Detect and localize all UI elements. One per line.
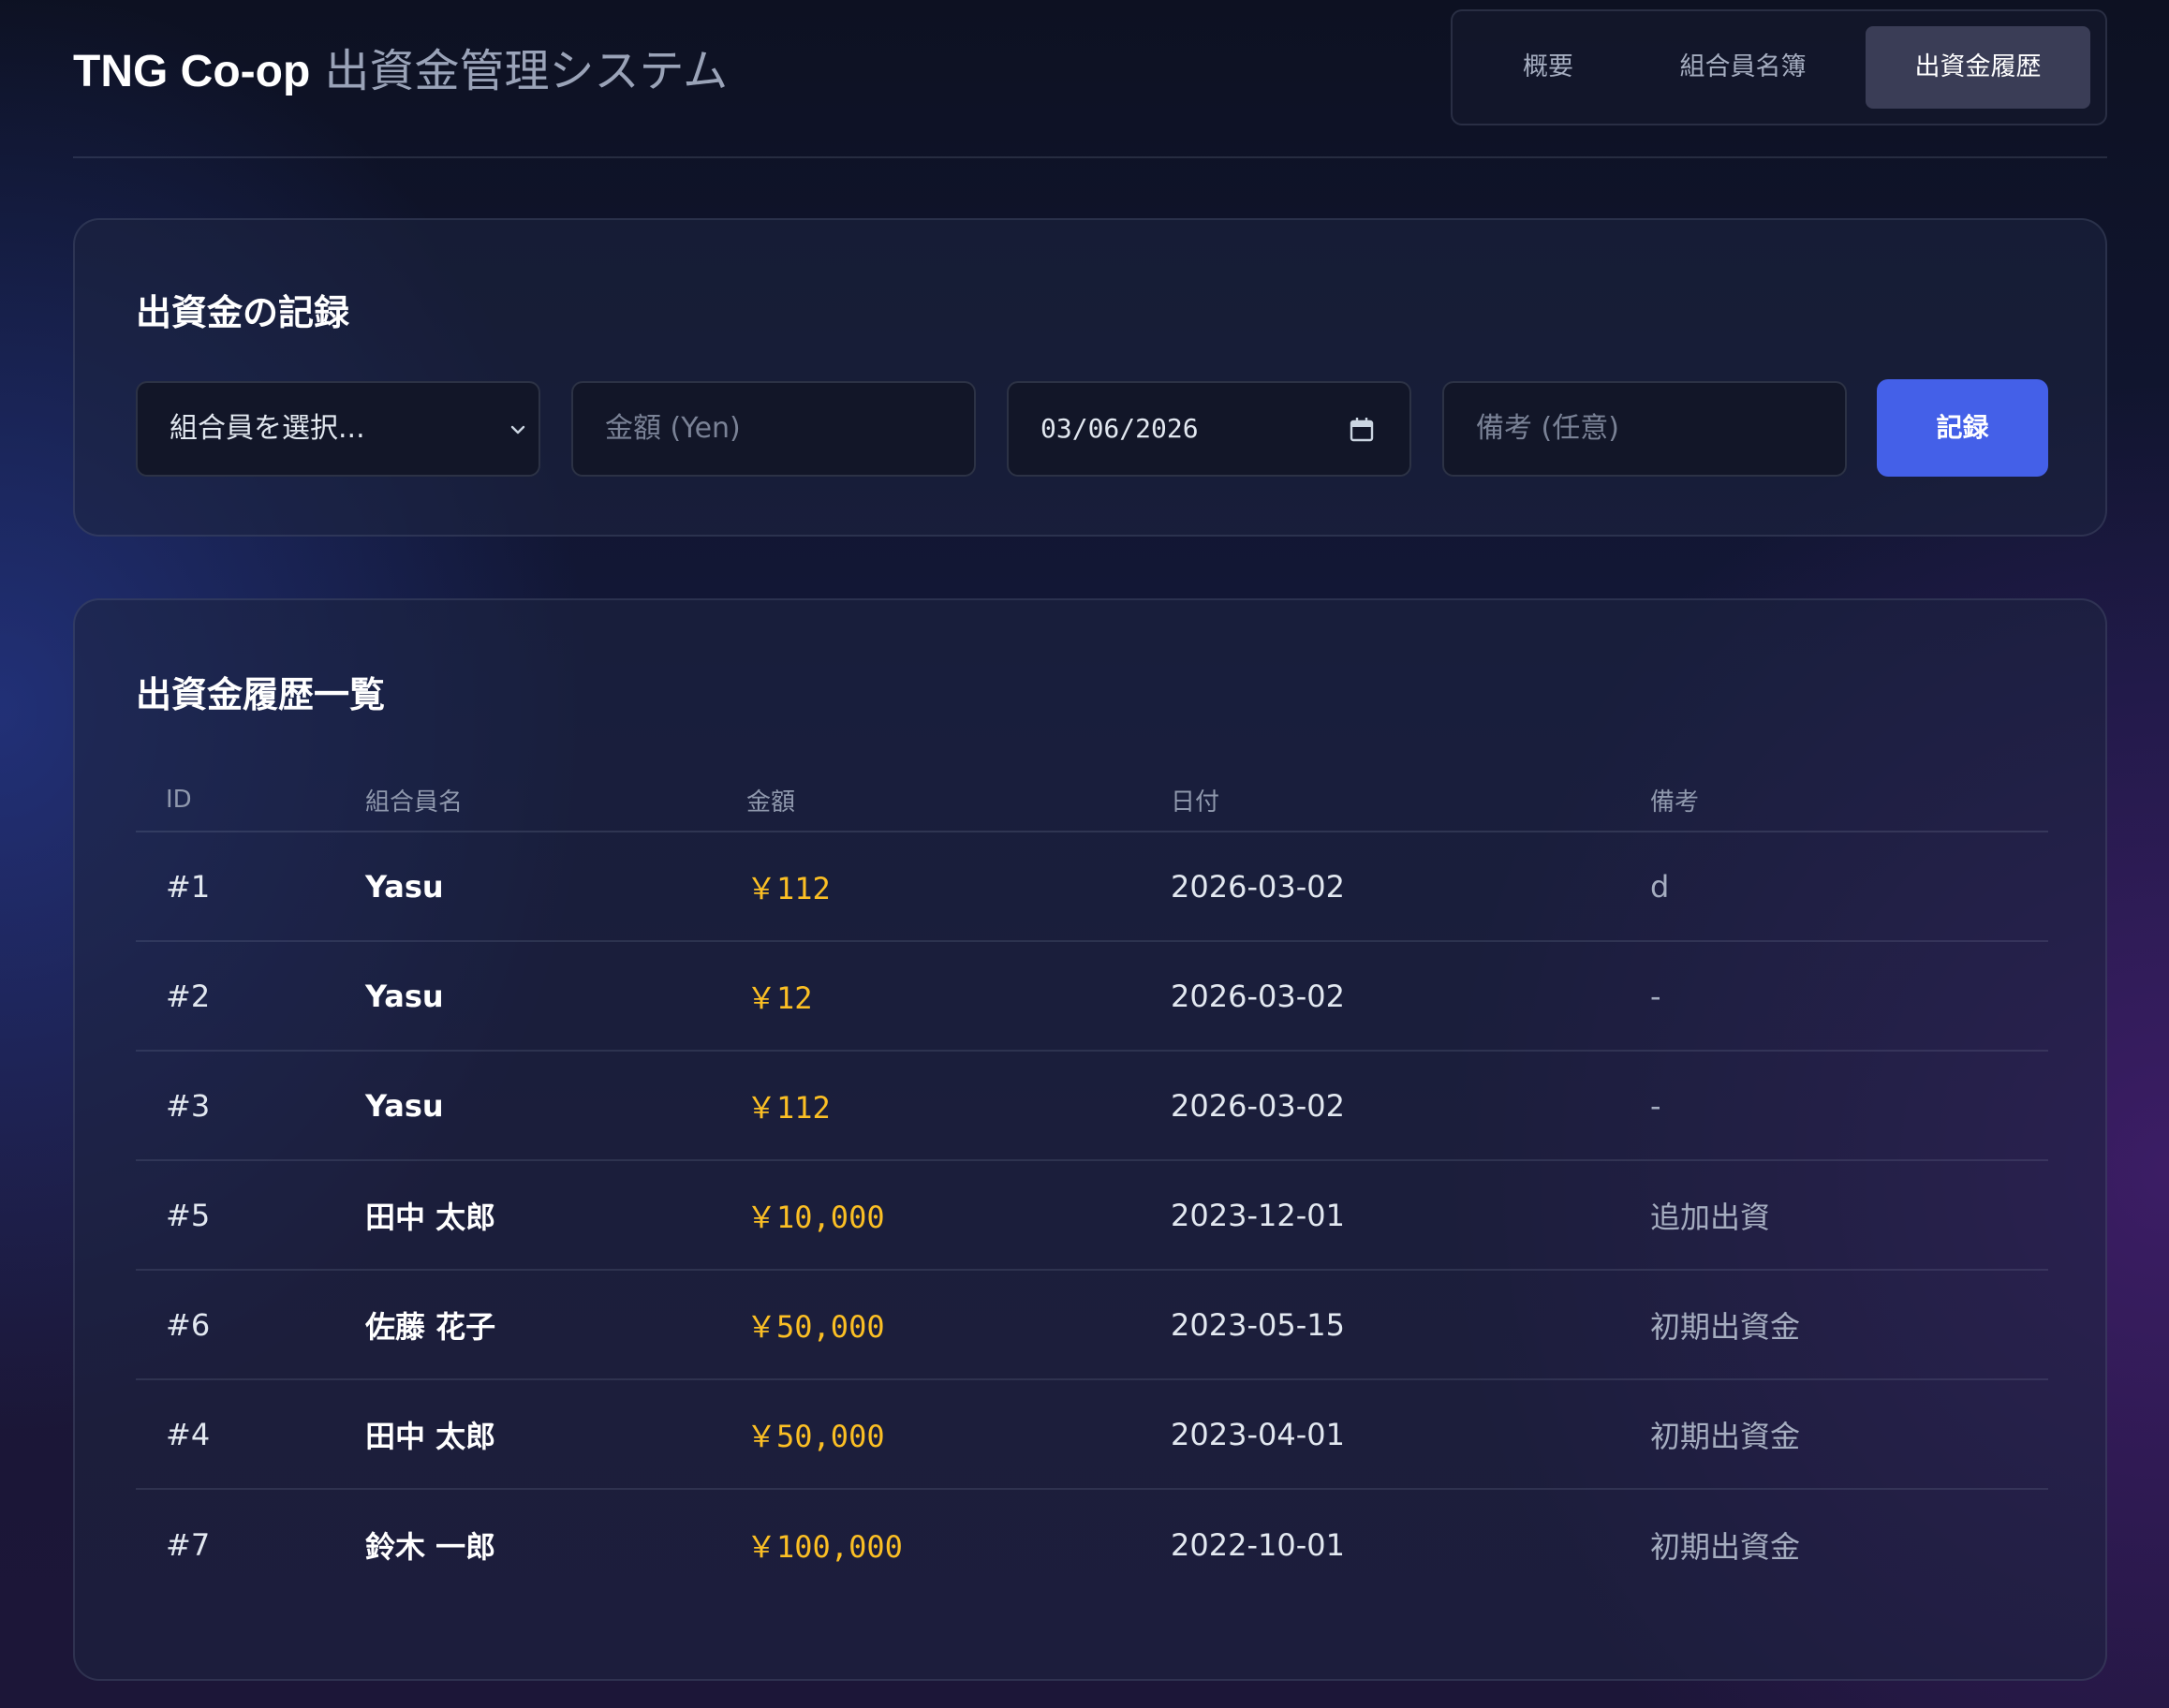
row-id: #3	[166, 1087, 211, 1124]
table-row: #4 田中 太郎 ￥50,000 2023-04-01 初期出資金	[136, 1380, 2048, 1490]
history-card: 出資金履歴一覧 ID 組合員名 金額 日付 備考 #1 Yasu ￥112 20…	[73, 598, 2107, 1681]
amount-placeholder: 金額 (Yen)	[605, 412, 741, 445]
row-date: 2022-10-01	[1171, 1526, 1345, 1563]
row-amount: ￥112	[746, 1089, 831, 1126]
row-member: 田中 太郎	[365, 1418, 496, 1454]
table-header: ID 組合員名 金額 日付 備考	[136, 769, 2048, 832]
member-select[interactable]: 組合員を選択...	[136, 381, 540, 477]
app-brand: TNG Co-op	[73, 47, 311, 96]
nav-tabs: 概要 組合員名簿 出資金履歴	[1451, 9, 2107, 125]
calendar-icon[interactable]	[1350, 417, 1374, 443]
row-date: 2023-12-01	[1171, 1197, 1345, 1233]
row-note: -	[1650, 978, 1661, 1014]
table-row: #3 Yasu ￥112 2026-03-02 -	[136, 1052, 2048, 1161]
row-id: #1	[166, 868, 211, 905]
app-title: TNG Co-op 出資金管理システム	[73, 43, 728, 100]
row-id: #6	[166, 1306, 211, 1343]
table-row: #6 佐藤 花子 ￥50,000 2023-05-15 初期出資金	[136, 1271, 2048, 1380]
table-row: #5 田中 太郎 ￥10,000 2023-12-01 追加出資	[136, 1161, 2048, 1271]
row-date: 2026-03-02	[1171, 868, 1345, 905]
row-amount: ￥10,000	[746, 1199, 885, 1235]
amount-input[interactable]: 金額 (Yen)	[571, 381, 976, 477]
table-row: #7 鈴木 一郎 ￥100,000 2022-10-01 初期出資金	[136, 1490, 2048, 1599]
col-header-amount: 金額	[746, 788, 796, 817]
row-member: Yasu	[365, 978, 444, 1014]
row-member: Yasu	[365, 1087, 444, 1124]
row-note: -	[1650, 1087, 1661, 1124]
form-title: 出資金の記録	[136, 292, 350, 333]
record-form-card: 出資金の記録 組合員を選択... 金額 (Yen) 03/06/2026 備考 …	[73, 218, 2107, 537]
row-id: #2	[166, 978, 211, 1014]
tab-contribution-history[interactable]: 出資金履歴	[1866, 26, 2090, 109]
app-subtitle: 出資金管理システム	[324, 45, 729, 97]
history-title: 出資金履歴一覧	[136, 674, 386, 715]
note-placeholder: 備考 (任意)	[1476, 412, 1619, 445]
row-note: 追加出資	[1650, 1199, 1771, 1235]
row-amount: ￥12	[746, 979, 813, 1016]
col-header-note: 備考	[1650, 788, 1700, 817]
row-id: #5	[166, 1197, 211, 1233]
col-header-date: 日付	[1171, 788, 1220, 817]
row-id: #7	[166, 1526, 211, 1563]
row-note: d	[1650, 868, 1670, 905]
row-date: 2026-03-02	[1171, 1087, 1345, 1124]
row-amount: ￥50,000	[746, 1308, 885, 1345]
row-id: #4	[166, 1416, 211, 1452]
row-amount: ￥100,000	[746, 1528, 903, 1565]
row-date: 2026-03-02	[1171, 978, 1345, 1014]
row-note: 初期出資金	[1650, 1308, 1801, 1345]
row-amount: ￥112	[746, 870, 831, 906]
row-member: 田中 太郎	[365, 1199, 496, 1235]
row-member: 佐藤 花子	[365, 1308, 496, 1345]
row-member: 鈴木 一郎	[365, 1528, 496, 1565]
col-header-id: ID	[166, 786, 192, 814]
date-value: 03/06/2026	[1040, 413, 1199, 444]
row-member: Yasu	[365, 868, 444, 905]
tab-member-roster[interactable]: 組合員名簿	[1640, 26, 1846, 109]
row-amount: ￥50,000	[746, 1418, 885, 1454]
row-note: 初期出資金	[1650, 1528, 1801, 1565]
date-input[interactable]: 03/06/2026	[1007, 381, 1411, 477]
app-header: TNG Co-op 出資金管理システム 概要 組合員名簿 出資金履歴	[73, 0, 2107, 158]
row-date: 2023-04-01	[1171, 1416, 1345, 1452]
tab-overview[interactable]: 概要	[1492, 26, 1604, 109]
table-row: #1 Yasu ￥112 2026-03-02 d	[136, 832, 2048, 942]
row-note: 初期出資金	[1650, 1418, 1801, 1454]
row-date: 2023-05-15	[1171, 1306, 1345, 1343]
table-row: #2 Yasu ￥12 2026-03-02 -	[136, 942, 2048, 1052]
col-header-member: 組合員名	[365, 788, 464, 817]
record-button[interactable]: 記録	[1877, 379, 2048, 477]
note-input[interactable]: 備考 (任意)	[1442, 381, 1847, 477]
member-select-value: 組合員を選択...	[170, 412, 365, 445]
chevron-down-icon	[510, 425, 525, 434]
